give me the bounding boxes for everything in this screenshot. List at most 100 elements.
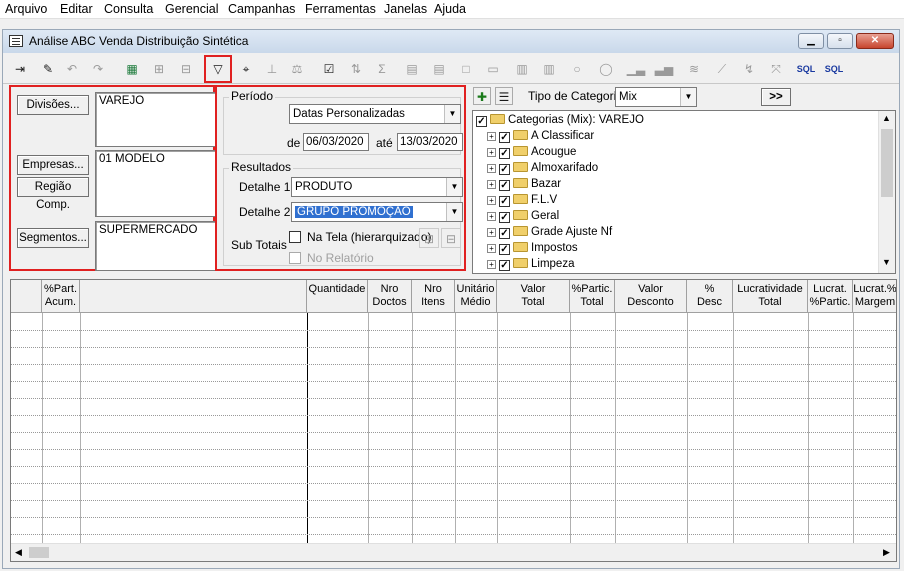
divisoes-button[interactable]: Divisões... [17, 95, 89, 115]
date-to-input[interactable]: 13/03/2020 [397, 133, 463, 151]
collapse-icon[interactable]: ⊟ [175, 58, 197, 80]
column-header[interactable]: %Partic. Total [570, 280, 615, 313]
detalhe2-select[interactable]: GRUPO PROMOÇÃO ▼ [291, 202, 463, 222]
collapse-subtotal-icon[interactable]: ⊟ [441, 228, 461, 248]
scroll-thumb[interactable] [29, 547, 49, 558]
column-header[interactable]: Valor Desconto [615, 280, 687, 313]
column-header[interactable]: Lucratividade Total [733, 280, 808, 313]
tree-checkbox[interactable]: ✓ [499, 180, 510, 191]
expand-icon[interactable]: + [487, 244, 496, 253]
column-header[interactable]: %Part. Acum. [42, 280, 80, 313]
table-row[interactable] [11, 534, 896, 535]
segmentos-button[interactable]: Segmentos... [17, 228, 89, 248]
table-row[interactable] [11, 347, 896, 348]
column-header[interactable]: Unitário Médio [455, 280, 497, 313]
tree-checkbox[interactable]: ✓ [499, 164, 510, 175]
lines-icon[interactable]: ≋ [683, 58, 705, 80]
circle-icon[interactable]: ○ [566, 58, 588, 80]
tree-item[interactable]: + ✓ Bazar [487, 176, 561, 192]
column-header[interactable]: Lucrat. %Partic. [808, 280, 853, 313]
restore-button[interactable]: ▫ [827, 33, 853, 49]
tree-checkbox[interactable]: ✓ [499, 228, 510, 239]
na-tela-checkbox[interactable] [289, 231, 301, 243]
balance-icon[interactable]: ⚖ [286, 58, 308, 80]
menu-consulta[interactable]: Consulta [104, 2, 153, 16]
menu-gerencial[interactable]: Gerencial [165, 2, 219, 16]
table-row[interactable] [11, 398, 896, 399]
expand-icon[interactable]: + [487, 228, 496, 237]
more-button[interactable]: >> [761, 88, 791, 106]
grid2-icon[interactable]: ▤ [428, 58, 450, 80]
tree-item[interactable]: + ✓ Impostos [487, 240, 578, 256]
table-row[interactable] [11, 364, 896, 365]
table-row[interactable] [11, 483, 896, 484]
tree-checkbox[interactable]: ✓ [499, 196, 510, 207]
tree-checkbox[interactable]: ✓ [499, 244, 510, 255]
tree-item[interactable]: + ✓ F.L.V [487, 192, 557, 208]
table-row[interactable] [11, 449, 896, 450]
category-tree[interactable]: ✓ Categorias (Mix): VAREJO + ✓ A Classifica… [472, 110, 896, 274]
column-header[interactable]: Quantidade [307, 280, 368, 313]
exit-icon[interactable]: ⇥ [9, 58, 31, 80]
bars2-icon[interactable]: ▃▅ [653, 58, 675, 80]
eraser-icon[interactable]: ✎ [37, 58, 59, 80]
column-header[interactable]: % Desc [687, 280, 733, 313]
tree-item[interactable]: + ✓ Grade Ajuste Nf [487, 224, 612, 240]
grid-hscrollbar[interactable]: ◀ ▶ [11, 543, 896, 561]
arrow-icon[interactable]: ↯ [738, 58, 760, 80]
tree-checkbox[interactable]: ✓ [476, 116, 487, 127]
menu-ajuda[interactable]: Ajuda [434, 2, 466, 16]
tree-item[interactable]: + ✓ Acougue [487, 144, 576, 160]
sql2-icon[interactable]: SQL [823, 58, 845, 80]
column-header[interactable]: Lucrat.% Margem [853, 280, 896, 313]
box2-icon[interactable]: ▭ [482, 58, 504, 80]
binoculars-icon[interactable]: ⌖ [235, 58, 257, 80]
expand-subtotal-icon[interactable]: ⊞ [419, 228, 439, 248]
expand-icon[interactable]: + [487, 196, 496, 205]
table-row[interactable] [11, 415, 896, 416]
menu-editar[interactable]: Editar [60, 2, 93, 16]
expand-icon[interactable]: + [487, 212, 496, 221]
tree-checkbox[interactable]: ✓ [499, 212, 510, 223]
sum-icon[interactable]: Σ [371, 58, 393, 80]
minimize-button[interactable]: ▁ [798, 33, 824, 49]
tree-scrollbar[interactable]: ▲ ▼ [878, 111, 895, 273]
undo-icon[interactable]: ↶ [61, 58, 83, 80]
chart-icon[interactable]: ⊥ [261, 58, 283, 80]
chevron-right-icon[interactable]: ▶ [883, 547, 890, 558]
tree-checkbox[interactable]: ✓ [499, 148, 510, 159]
detalhe1-select[interactable]: PRODUTO ▼ [291, 177, 463, 197]
tree-item[interactable]: + ✓ Geral [487, 208, 559, 224]
add-category-icon[interactable]: ✚ [473, 87, 491, 105]
scroll-thumb[interactable] [881, 129, 893, 197]
redo-icon[interactable]: ↷ [87, 58, 109, 80]
expand-icon[interactable]: + [487, 260, 496, 269]
table-row[interactable] [11, 517, 896, 518]
no-relatorio-checkbox[interactable] [289, 252, 301, 264]
tree-item[interactable]: + ✓ Almoxarifado [487, 160, 598, 176]
table-row[interactable] [11, 500, 896, 501]
box-icon[interactable]: □ [455, 58, 477, 80]
tipo-categoria-select[interactable]: Mix ▼ [615, 87, 697, 107]
expand-icon[interactable]: ⊞ [148, 58, 170, 80]
results-grid[interactable]: %Part. Acum. Quantidade Nro Doctos Nro Iten… [10, 279, 897, 562]
grid-icon[interactable]: ▤ [401, 58, 423, 80]
sort-icon[interactable]: ⇅ [345, 58, 367, 80]
list-category-icon[interactable]: ☰ [495, 87, 513, 105]
move-icon[interactable]: ⤧ [765, 58, 787, 80]
menu-janelas[interactable]: Janelas [384, 2, 427, 16]
tree-item[interactable]: + ✓ Limpeza [487, 256, 574, 272]
date-from-input[interactable]: 06/03/2020 [303, 133, 369, 151]
regiao-comp-button[interactable]: Região Comp. [17, 177, 89, 211]
trend-icon[interactable]: ⟋ [711, 58, 733, 80]
menu-ferramentas[interactable]: Ferramentas [305, 2, 376, 16]
bars-icon[interactable]: ▁▃ [625, 58, 647, 80]
report2-icon[interactable]: ▥ [538, 58, 560, 80]
expand-icon[interactable]: + [487, 148, 496, 157]
column-header[interactable]: Valor Total [497, 280, 570, 313]
expand-icon[interactable]: + [487, 132, 496, 141]
divisoes-list[interactable]: VAREJO [95, 92, 217, 147]
empresas-list[interactable]: 01 MODELO [95, 150, 217, 217]
table-row[interactable] [11, 381, 896, 382]
menu-campanhas[interactable]: Campanhas [228, 2, 295, 16]
